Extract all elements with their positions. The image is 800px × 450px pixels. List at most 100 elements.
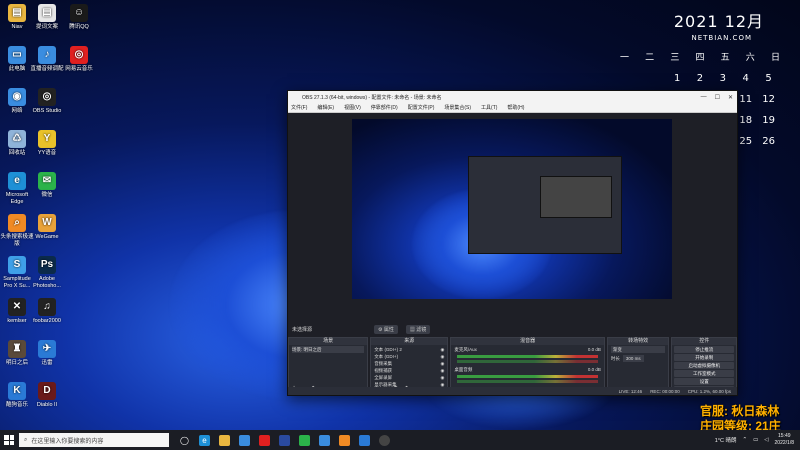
desktop-shortcut[interactable]: K 酷狗音乐 xyxy=(0,382,34,409)
desktop-shortcut[interactable]: W WeGame xyxy=(30,214,64,241)
qq-icon: ☺ xyxy=(70,4,88,22)
menu-item[interactable]: 工具(T) xyxy=(481,104,497,111)
app-icon[interactable] xyxy=(339,434,350,446)
desktop-shortcut[interactable]: ◎ OBS Studio xyxy=(30,88,64,115)
source-item[interactable]: 视频捕获 ◉ xyxy=(374,367,444,374)
control-button[interactable]: 停止推流 xyxy=(674,346,735,353)
properties-button[interactable]: ⚙ 属性 xyxy=(374,325,398,334)
weather-text[interactable]: 1°C 晴朗 xyxy=(715,436,737,444)
app-icon[interactable] xyxy=(259,434,270,446)
desktop-shortcut-label: OBS Studio xyxy=(32,108,62,114)
foobar-icon: ♫ xyxy=(38,298,56,316)
mixer-channel-db: 0.0 dB xyxy=(587,347,601,352)
clock[interactable]: 15:49 2022/1/8 xyxy=(775,433,794,447)
menu-item[interactable]: 停靠部件(D) xyxy=(371,104,398,111)
app-icon[interactable] xyxy=(359,434,370,446)
desktop-shortcut-label: 迅雷 xyxy=(41,360,53,366)
source-label: 文本 (GDI+) 2 xyxy=(374,347,402,352)
desktop-shortcut-label: kemlser xyxy=(7,318,27,324)
desktop-shortcut-label: 酷狗音乐 xyxy=(5,402,28,408)
close-icon[interactable]: ✕ xyxy=(728,94,733,101)
task-view-icon[interactable]: ◯ xyxy=(179,435,190,446)
desktop-shortcut[interactable]: ✈ 迅雷 xyxy=(30,340,64,367)
network-icon[interactable]: ▭ xyxy=(753,437,758,443)
calendar-weekday: 四 xyxy=(695,53,705,63)
app-icon[interactable] xyxy=(319,434,330,446)
minimize-icon[interactable]: — xyxy=(701,94,707,100)
store-icon[interactable] xyxy=(239,434,250,446)
desktop-shortcut[interactable]: ⌕ 头条搜索极速版 xyxy=(0,214,34,248)
desktop-shortcut[interactable]: e Microsoft Edge xyxy=(0,172,34,206)
maximize-icon[interactable]: ☐ xyxy=(715,94,720,101)
menu-item[interactable]: 编辑(E) xyxy=(317,104,334,111)
wechat-icon[interactable] xyxy=(299,434,310,446)
desktop-shortcut[interactable]: S Samplitude Pro X Su... xyxy=(0,256,34,290)
nested-obs-preview-2 xyxy=(540,176,612,218)
obs-titlebar[interactable]: OBS 27.1.3 (64-bit, windows) - 配置文件: 未命名… xyxy=(288,91,737,103)
desktop-shortcut[interactable]: ▤ 提词文案 xyxy=(30,4,64,31)
taskbar-search[interactable]: ⌕ 在这里输入你要搜索的内容 xyxy=(19,433,169,447)
desktop-shortcut[interactable]: ♪ 直播音频调配 xyxy=(30,46,64,73)
calendar-day: 26 xyxy=(762,136,775,147)
scene-item[interactable]: 场景: 明日之后 xyxy=(292,346,365,353)
desktop-shortcut-label: Diablo II xyxy=(36,402,58,408)
recycle-bin-icon: ♺ xyxy=(8,130,26,148)
desktop-shortcut[interactable]: ▭ 此电脑 xyxy=(0,46,34,73)
menu-item[interactable]: 场景集合(S) xyxy=(444,104,471,111)
source-item[interactable]: 音频采集 ◉ xyxy=(374,360,444,367)
desktop-shortcut-label: 网易云音乐 xyxy=(65,66,93,72)
source-item[interactable]: 文本 (GDI+) 2 ◉ xyxy=(374,346,444,353)
wechat-icon: ✉ xyxy=(38,172,56,190)
desktop-shortcut[interactable]: ◎ 网易云音乐 xyxy=(62,46,96,73)
eye-icon[interactable]: ◉ xyxy=(440,374,444,381)
desktop-shortcut[interactable]: ♜ 明日之后 xyxy=(0,340,34,367)
desktop-shortcut[interactable]: ♫ foobar2000 xyxy=(30,298,64,325)
app-icon[interactable] xyxy=(279,434,290,446)
desktop-shortcut-label: YY语音 xyxy=(37,150,57,156)
eye-icon[interactable]: ◉ xyxy=(440,353,444,360)
menu-item[interactable]: 帮助(H) xyxy=(507,104,524,111)
chevron-up-icon[interactable]: ⌃ xyxy=(742,437,747,443)
menu-item[interactable]: 配置文件(P) xyxy=(408,104,435,111)
transition-select[interactable]: 渐变 xyxy=(610,346,666,353)
desktop-shortcut[interactable]: D Diablo II xyxy=(30,382,64,409)
eye-icon[interactable]: ◉ xyxy=(440,346,444,353)
desktop-shortcut-label: 微信 xyxy=(41,192,53,198)
menu-item[interactable]: 文件(F) xyxy=(291,104,307,111)
obs-window[interactable]: OBS 27.1.3 (64-bit, windows) - 配置文件: 未命名… xyxy=(287,90,738,396)
volume-slider[interactable] xyxy=(457,380,598,383)
desktop-shortcut[interactable]: Ps Adobe Photosho... xyxy=(30,256,64,290)
desktop-shortcut[interactable]: ◉ 网络 xyxy=(0,88,34,115)
clock-time: 15:49 xyxy=(778,433,791,439)
edge-icon[interactable]: e xyxy=(199,434,210,446)
obs-preview[interactable] xyxy=(352,119,672,299)
desktop-shortcut[interactable]: ✉ 微信 xyxy=(30,172,64,199)
source-item[interactable]: 文本 (GDI+) ◉ xyxy=(374,353,444,360)
source-item[interactable]: 全屏录屏 ◉ xyxy=(374,374,444,381)
desktop-shortcut-label: WeGame xyxy=(35,234,59,240)
control-button[interactable]: 开始录制 xyxy=(674,354,735,361)
eye-icon[interactable]: ◉ xyxy=(440,367,444,374)
desktop-shortcut[interactable]: ☺ 腾讯QQ xyxy=(62,4,96,31)
control-button[interactable]: 设置 xyxy=(674,378,735,385)
calendar-weekday: 日 xyxy=(770,53,780,63)
menu-item[interactable]: 视图(V) xyxy=(344,104,361,111)
obs-icon[interactable] xyxy=(379,434,390,446)
control-button[interactable]: 启动虚拟摄像机 xyxy=(674,362,735,369)
eye-icon[interactable]: ◉ xyxy=(440,360,444,367)
desktop-shortcut-label: 头条搜索极速版 xyxy=(0,234,34,247)
edge-icon: e xyxy=(8,172,26,190)
desktop-shortcut[interactable]: ▤ Niav xyxy=(0,4,34,31)
control-button[interactable]: 工作室模式 xyxy=(674,370,735,377)
volume-icon[interactable]: ◁ xyxy=(764,437,768,443)
desktop-shortcut[interactable]: ✕ kemlser xyxy=(0,298,34,325)
game-icon: ♜ xyxy=(8,340,26,358)
desktop-shortcut[interactable]: ♺ 回收站 xyxy=(0,130,34,157)
desktop-shortcut[interactable]: Y YY语音 xyxy=(30,130,64,157)
duration-input[interactable]: 300 ms xyxy=(622,355,644,362)
start-button[interactable] xyxy=(4,435,14,445)
calendar-day xyxy=(643,73,666,84)
volume-slider[interactable] xyxy=(457,360,598,363)
filters-button[interactable]: ▦ 滤镜 xyxy=(405,325,431,334)
file-explorer-icon[interactable] xyxy=(219,434,230,446)
